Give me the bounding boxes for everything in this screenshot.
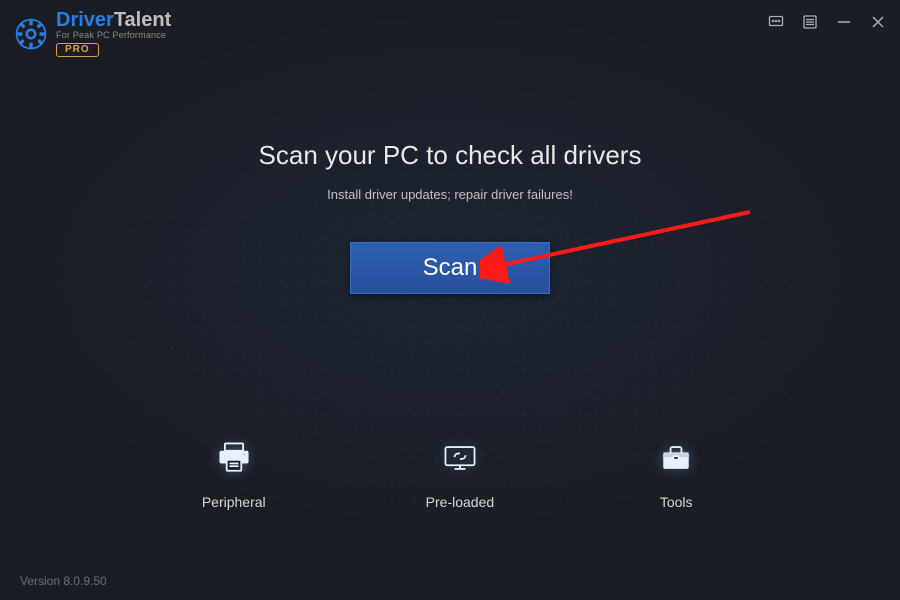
app-title-part1: Driver bbox=[56, 9, 114, 31]
app-tagline: For Peak PC Performance bbox=[56, 31, 171, 40]
headline-text: Scan your PC to check all drivers bbox=[259, 140, 642, 171]
app-title: DriverTalent bbox=[56, 10, 171, 30]
window-controls bbox=[768, 10, 886, 30]
edition-badge: PRO bbox=[56, 43, 99, 57]
bottom-tools-row: Peripheral Pre-loaded bbox=[0, 436, 900, 510]
tool-preloaded[interactable]: Pre-loaded bbox=[426, 436, 495, 510]
version-label: Version 8.0.9.50 bbox=[20, 574, 107, 588]
menu-icon[interactable] bbox=[802, 14, 818, 30]
app-window: DriverTalent For Peak PC Performance PRO bbox=[0, 0, 900, 600]
monitor-link-icon bbox=[438, 436, 482, 480]
logo-text-block: DriverTalent For Peak PC Performance PRO bbox=[56, 10, 171, 57]
printer-icon bbox=[212, 436, 256, 480]
tool-peripheral-label: Peripheral bbox=[202, 494, 266, 510]
toolbox-icon bbox=[654, 436, 698, 480]
tool-peripheral[interactable]: Peripheral bbox=[202, 436, 266, 510]
title-bar: DriverTalent For Peak PC Performance PRO bbox=[0, 0, 900, 60]
tool-preloaded-label: Pre-loaded bbox=[426, 494, 495, 510]
subhead-text: Install driver updates; repair driver fa… bbox=[327, 187, 573, 202]
gear-logo-icon bbox=[14, 17, 48, 51]
scan-button[interactable]: Scan bbox=[350, 242, 550, 294]
close-icon[interactable] bbox=[870, 14, 886, 30]
app-logo: DriverTalent For Peak PC Performance PRO bbox=[14, 10, 171, 57]
tool-tools[interactable]: Tools bbox=[654, 436, 698, 510]
app-title-part2: Talent bbox=[114, 9, 171, 31]
main-content: Scan your PC to check all drivers Instal… bbox=[0, 140, 900, 294]
minimize-icon[interactable] bbox=[836, 14, 852, 30]
tool-tools-label: Tools bbox=[660, 494, 693, 510]
feedback-icon[interactable] bbox=[768, 14, 784, 30]
